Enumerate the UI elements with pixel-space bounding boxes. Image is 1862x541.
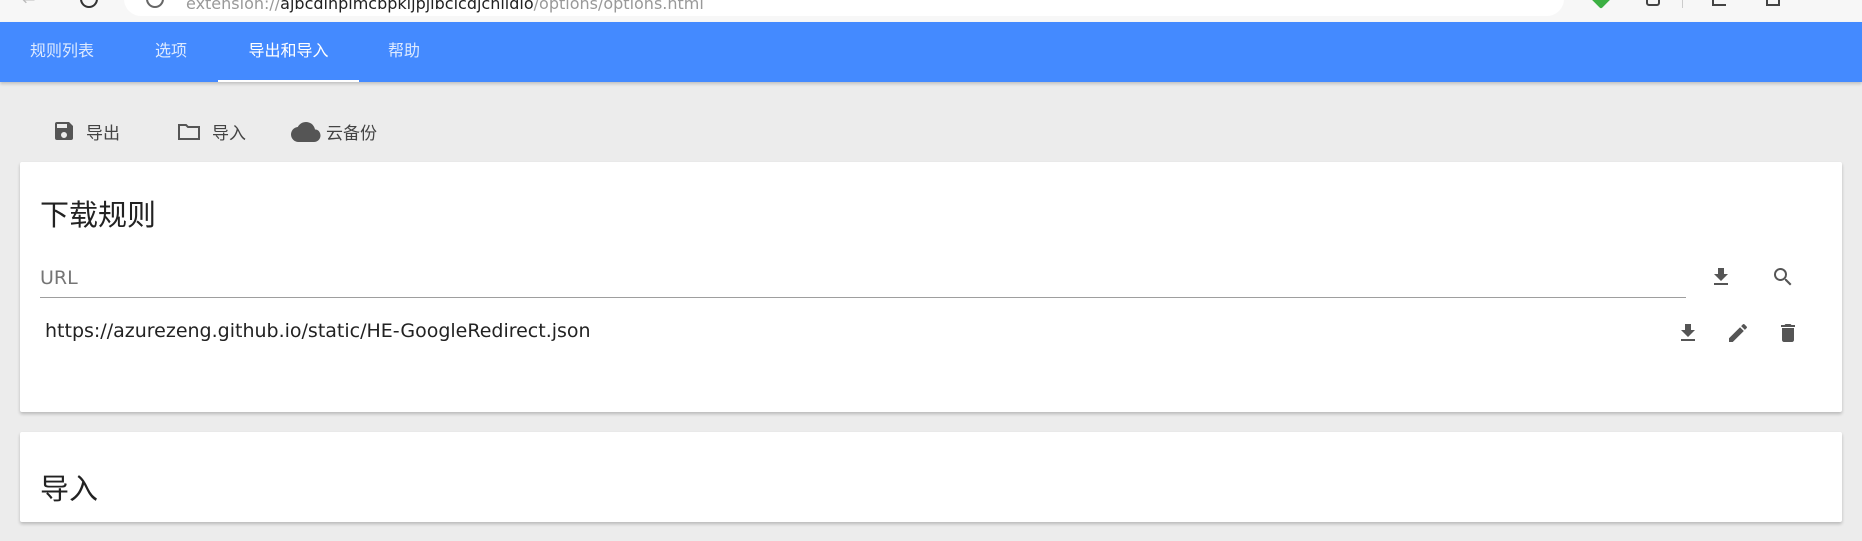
download-rules-title: 下载规则 [40, 198, 157, 232]
delete-icon [1781, 324, 1795, 342]
export-label: 导出 [86, 123, 120, 144]
import-label: 导入 [212, 123, 246, 144]
extensions-icon[interactable] [1646, 0, 1660, 6]
export-button[interactable]: 导出 [52, 116, 120, 146]
address-host: ajbcdlnplmcbpkljpjibcicdjcnlidio [280, 0, 534, 13]
rule-url: https://azurezeng.github.io/static/HE-Go… [45, 320, 591, 342]
tab-help[interactable]: 帮助 [359, 22, 449, 82]
address-text[interactable]: extension://ajbcdlnplmcbpkljpjibcicdjcnl… [186, 0, 704, 13]
cloud-backup-button[interactable]: 云备份 [290, 116, 377, 146]
save-icon [55, 122, 73, 140]
search-icon [1774, 268, 1792, 286]
address-scheme: extension:// [186, 0, 281, 13]
tab-rule-list[interactable]: 规则列表 [0, 22, 124, 82]
browser-toolbar: ← extension://ajbcdlnplmcbpkljpjibcicdjc… [0, 0, 1862, 22]
cloud-backup-label: 云备份 [326, 123, 377, 144]
download-url-button[interactable] [1706, 262, 1736, 292]
rule-edit-button[interactable] [1723, 318, 1753, 348]
download-rules-card: 下载规则 https://azurezeng.github.io/static/… [20, 162, 1842, 412]
toolbar-divider [1682, 0, 1683, 8]
back-arrow-icon[interactable]: ← [22, 0, 35, 9]
import-card: 导入 [20, 432, 1842, 522]
url-input[interactable] [40, 258, 1686, 298]
import-button[interactable]: 导入 [176, 116, 246, 146]
rule-download-button[interactable] [1673, 318, 1703, 348]
download-icon [1714, 268, 1728, 285]
tab-export-import[interactable]: 导出和导入 [218, 22, 359, 82]
download-icon [1681, 324, 1695, 341]
rule-row: https://azurezeng.github.io/static/HE-Go… [20, 310, 1842, 356]
folder-icon [178, 124, 200, 140]
favorites-icon[interactable] [1712, 0, 1726, 6]
reload-icon[interactable] [80, 0, 98, 8]
tab-options[interactable]: 选项 [124, 22, 218, 82]
rule-delete-button[interactable] [1773, 318, 1803, 348]
collections-icon[interactable] [1766, 0, 1780, 6]
active-tab-indicator [218, 80, 359, 82]
cloud-icon [291, 122, 321, 142]
app-nav-bar: 规则列表 选项 导出和导入 帮助 [0, 22, 1862, 82]
import-title: 导入 [40, 472, 99, 506]
edit-icon [1729, 323, 1748, 342]
address-path: /options/options.html [533, 0, 704, 13]
extension-shield-icon[interactable] [1591, 0, 1611, 9]
search-url-button[interactable] [1768, 262, 1798, 292]
